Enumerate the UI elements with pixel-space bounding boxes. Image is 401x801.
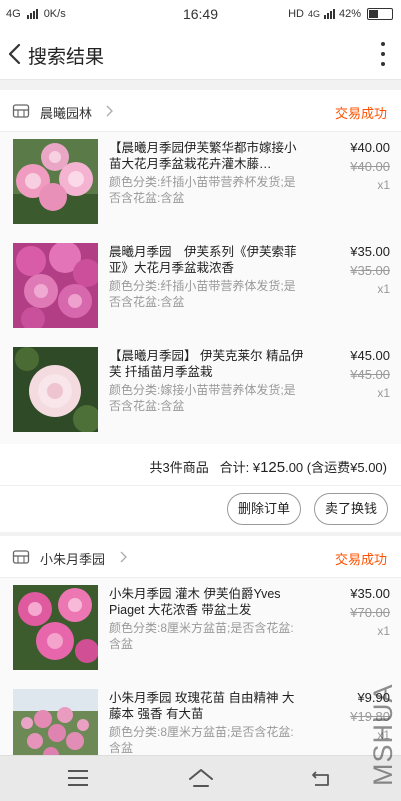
shop-row[interactable]: 晨曦园林 交易成功 [0, 90, 401, 132]
product-quantity: x1 [377, 178, 390, 192]
product-spec: 颜色分类:8厘米方盆苗;是否含花盆:含盆 [109, 725, 294, 755]
shop-name[interactable]: 晨曦园林 [40, 103, 92, 122]
hd-label: HD [288, 8, 304, 20]
shipping-fee: (含运费¥5.00) [306, 460, 387, 475]
original-price: ¥40.00 [350, 159, 390, 174]
original-price: ¥70.00 [350, 605, 390, 620]
total-label: 合计: [219, 460, 250, 475]
product-spec: 颜色分类:纤插小苗带营养体发货;是否含花盆:含盆 [109, 279, 296, 309]
back-icon[interactable] [311, 768, 333, 788]
product-title[interactable]: 【晨曦月季园】 伊芙克莱尔 精品伊芙 扦插苗月季盆栽 [109, 348, 304, 380]
product-thumbnail[interactable] [13, 347, 98, 432]
product-quantity: x1 [377, 282, 390, 296]
watermark: MSHUA [368, 683, 398, 786]
product-spec: 颜色分类:嫁接小苗带营养体发货;是否含花盆:含盆 [109, 383, 296, 413]
product-price: ¥35.00 [350, 586, 390, 601]
delete-order-button[interactable]: 删除订单 [227, 493, 301, 525]
more-vertical-icon[interactable] [379, 42, 387, 66]
product-title[interactable]: 小朱月季园 玫瑰花苗 自由精神 大藤本 强香 有大苗 [109, 690, 304, 722]
page-title: 搜索结果 [28, 47, 105, 68]
order-card[interactable]: 小朱月季园 交易成功 小朱月季园 灌木 伊芙伯爵Yves Piaget 大花浓香… [0, 536, 401, 755]
status-right: HD 4G 42% [288, 8, 393, 20]
resell-button[interactable]: 卖了换钱 [314, 493, 388, 525]
product-spec: 颜色分类:纤插小苗带营养杯发货;是否含花盆:含盆 [109, 175, 296, 205]
signal-icon-right [323, 9, 335, 19]
product-quantity: x1 [377, 386, 390, 400]
order-card[interactable]: 晨曦园林 交易成功 【晨曦月季园伊芙繁华都市嫁接小苗大花月季盆栽花卉灌木藤… 颜… [0, 90, 401, 532]
order-actions: 删除订单 卖了换钱 [0, 486, 401, 532]
chevron-right-icon [106, 105, 113, 117]
order-status: 交易成功 [334, 552, 387, 567]
chevron-left-icon[interactable] [4, 40, 28, 68]
battery-percent: 42% [338, 8, 361, 20]
product-price: ¥35.00 [350, 244, 390, 259]
network-label-right: 4G [307, 9, 320, 19]
order-item[interactable]: 【晨曦月季园伊芙繁华都市嫁接小苗大花月季盆栽花卉灌木藤… 颜色分类:纤插小苗带营… [0, 132, 401, 236]
order-status: 交易成功 [334, 106, 387, 121]
store-icon [12, 550, 30, 564]
product-quantity: x1 [377, 624, 390, 638]
order-item[interactable]: 小朱月季园 灌木 伊芙伯爵Yves Piaget 大花浓香 带盆土发 颜色分类:… [0, 578, 401, 682]
system-nav-bar [0, 755, 401, 801]
shop-name[interactable]: 小朱月季园 [40, 549, 105, 568]
product-spec: 颜色分类:8厘米方盆苗;是否含花盆:含盆 [109, 621, 294, 651]
summary-text: 共3件商品 合计: ¥125.00 (含运费¥5.00) [149, 457, 387, 476]
battery-icon [367, 8, 393, 20]
app-header: 搜索结果 [0, 28, 401, 80]
chevron-right-icon [120, 551, 127, 563]
product-thumbnail[interactable] [13, 689, 98, 755]
shop-row[interactable]: 小朱月季园 交易成功 [0, 536, 401, 578]
original-price: ¥45.00 [350, 367, 390, 382]
product-price: ¥45.00 [350, 348, 390, 363]
total-decimal: .00 [285, 460, 304, 475]
order-list[interactable]: 晨曦园林 交易成功 【晨曦月季园伊芙繁华都市嫁接小苗大花月季盆栽花卉灌木藤… 颜… [0, 80, 401, 755]
store-icon [12, 104, 30, 118]
product-title[interactable]: 【晨曦月季园伊芙繁华都市嫁接小苗大花月季盆栽花卉灌木藤… [109, 140, 304, 172]
total-currency: ¥ [252, 460, 261, 475]
menu-icon[interactable] [68, 770, 88, 786]
product-thumbnail[interactable] [13, 585, 98, 670]
product-title[interactable]: 晨曦月季园 伊芙系列《伊芙索菲亚》大花月季盆栽浓香 [109, 244, 304, 276]
home-icon[interactable] [187, 766, 215, 790]
product-price: ¥40.00 [350, 140, 390, 155]
product-thumbnail[interactable] [13, 139, 98, 224]
order-item[interactable]: 晨曦月季园 伊芙系列《伊芙索菲亚》大花月季盆栽浓香 颜色分类:纤插小苗带营养体发… [0, 236, 401, 340]
item-count: 共3件商品 [149, 460, 209, 475]
total-amount: 125 [260, 459, 286, 476]
order-summary: 共3件商品 合计: ¥125.00 (含运费¥5.00) [0, 444, 401, 486]
order-item[interactable]: 【晨曦月季园】 伊芙克莱尔 精品伊芙 扦插苗月季盆栽 颜色分类:嫁接小苗带营养体… [0, 340, 401, 444]
status-bar: 4G 0K/s 16:49 HD 4G 42% [0, 0, 401, 28]
watermark-text: MSHUA [368, 683, 398, 786]
product-title[interactable]: 小朱月季园 灌木 伊芙伯爵Yves Piaget 大花浓香 带盆土发 [109, 586, 304, 618]
product-thumbnail[interactable] [13, 243, 98, 328]
original-price: ¥35.00 [350, 263, 390, 278]
order-item[interactable]: 小朱月季园 玫瑰花苗 自由精神 大藤本 强香 有大苗 颜色分类:8厘米方盆苗;是… [0, 682, 401, 755]
